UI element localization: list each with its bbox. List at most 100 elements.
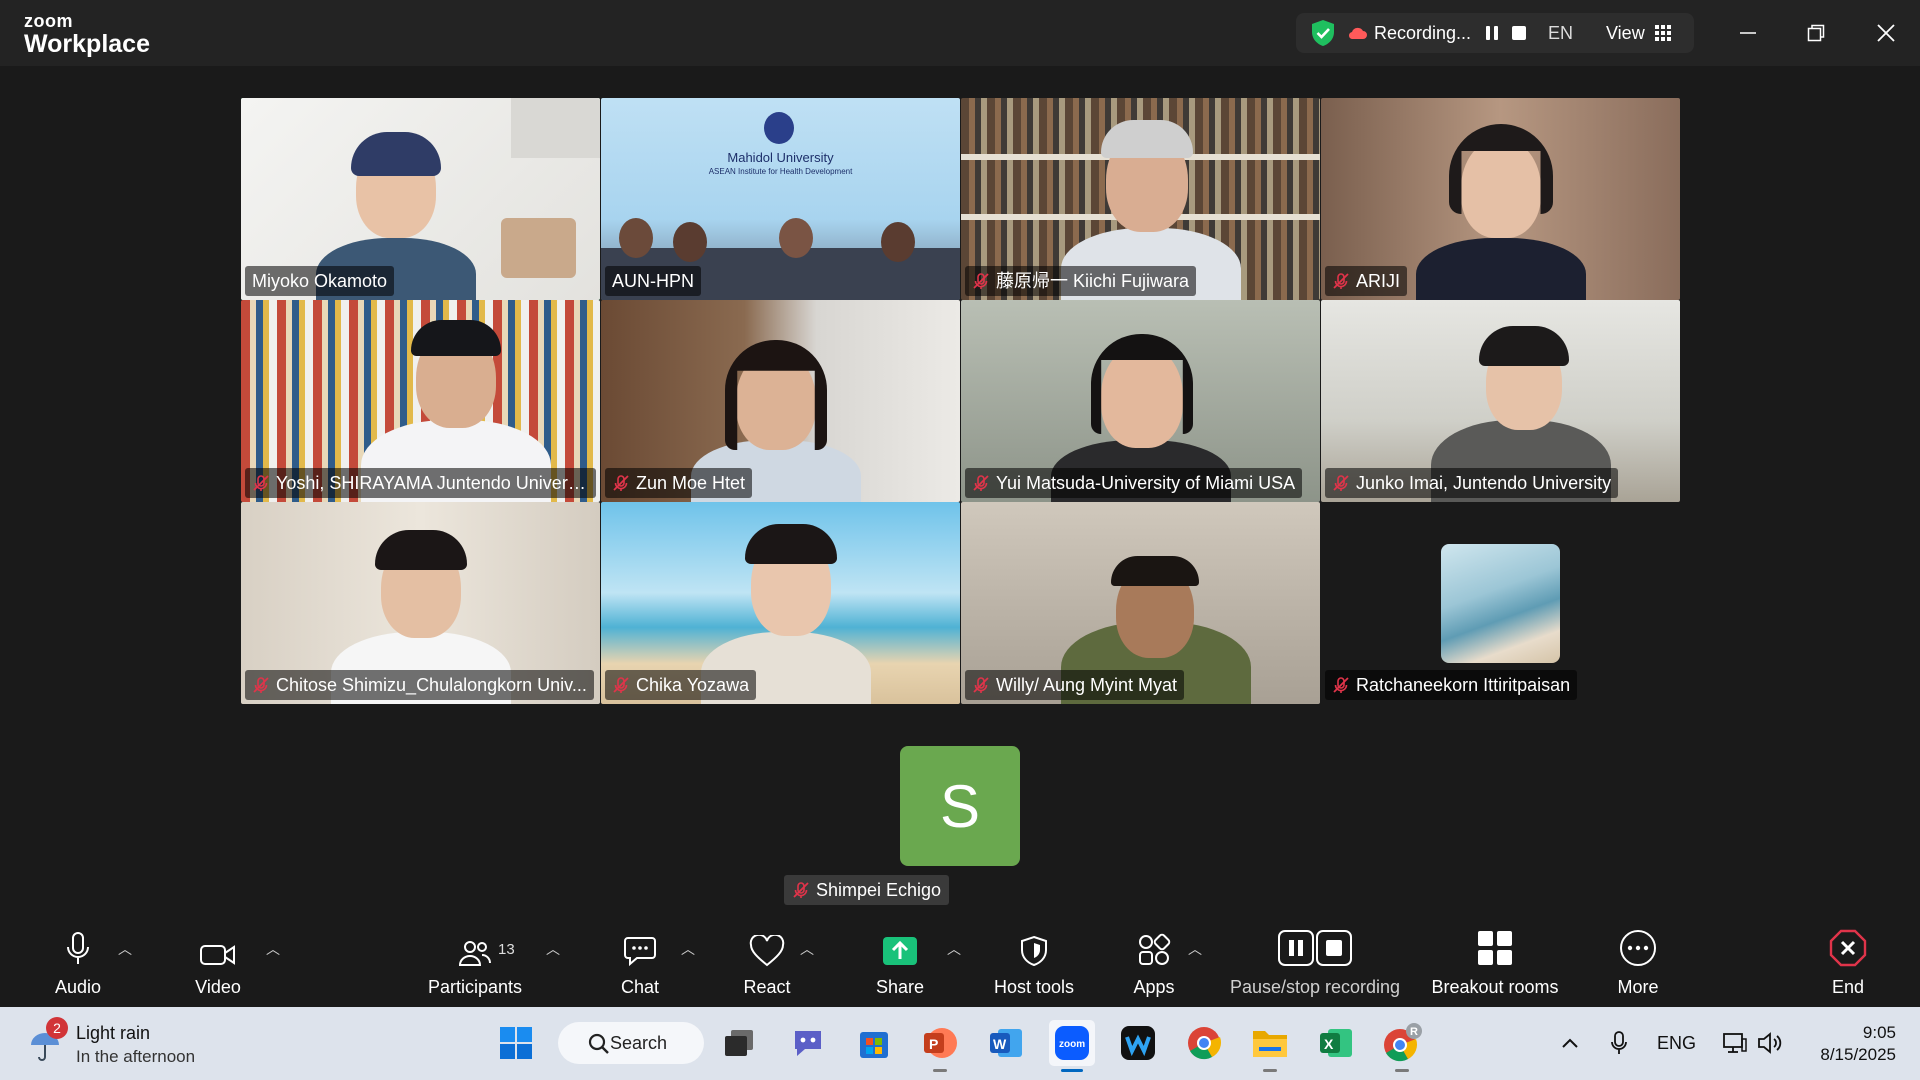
participant-name: ARIJI xyxy=(1356,271,1401,291)
chrome-profile-initial: R xyxy=(1410,1026,1418,1038)
svg-text:X: X xyxy=(1324,1036,1334,1052)
video-tile[interactable]: Ratchaneekorn Ittiritpaisan xyxy=(1321,502,1680,704)
show-hidden-icons-chevron-icon[interactable] xyxy=(1560,1025,1580,1061)
video-tile[interactable]: Mahidol University ASEAN Institute for H… xyxy=(601,98,960,300)
weather-notification-badge: 2 xyxy=(46,1017,68,1039)
video-tile[interactable]: Junko Imai, Juntendo University xyxy=(1321,300,1680,502)
mic-muted-icon xyxy=(793,882,809,898)
video-tile[interactable]: Willy/ Aung Myint Myat xyxy=(961,502,1320,704)
view-button[interactable]: View xyxy=(1606,13,1645,53)
mic-muted-icon xyxy=(1333,475,1349,491)
volume-icon[interactable] xyxy=(1757,1025,1785,1061)
chat-button[interactable]: Chat xyxy=(610,921,670,1007)
meeting-toolbar: Audio ︿ Video ︿ Participants 13 ︿ Chat ︿… xyxy=(0,921,1920,1007)
participant-name: Shimpei Echigo xyxy=(816,880,942,900)
participants-options-caret-icon[interactable]: ︿ xyxy=(546,939,560,959)
weather-widget[interactable]: 2 Light rain In the afternoon xyxy=(24,1017,224,1069)
video-options-caret-icon[interactable]: ︿ xyxy=(266,939,280,959)
word-icon[interactable]: W xyxy=(983,1020,1029,1066)
mic-muted-icon xyxy=(613,475,629,491)
participant-name-tag: Yoshi, SHIRAYAMA Juntendo Universi... xyxy=(245,468,596,498)
chrome-icon[interactable] xyxy=(1181,1020,1227,1066)
participant-name: 藤原帰一 Kiichi Fujiwara xyxy=(996,271,1190,291)
powerpoint-icon[interactable]: P xyxy=(917,1020,963,1072)
participant-name: Zun Moe Htet xyxy=(636,473,746,493)
video-tile[interactable]: Yoshi, SHIRAYAMA Juntendo Universi... xyxy=(241,300,600,502)
banner-title: Mahidol University xyxy=(727,150,834,165)
pause-stop-recording-icon xyxy=(1278,930,1352,966)
react-options-caret-icon[interactable]: ︿ xyxy=(800,939,814,959)
chat-app-icon[interactable] xyxy=(785,1020,831,1066)
apps-options-caret-icon[interactable]: ︿ xyxy=(1188,939,1202,959)
language-interpretation-button[interactable]: EN xyxy=(1548,13,1573,53)
minimize-icon[interactable] xyxy=(1728,13,1768,53)
share-options-caret-icon[interactable]: ︿ xyxy=(947,939,961,959)
video-tile[interactable]: 藤原帰一 Kiichi Fujiwara xyxy=(961,98,1320,300)
end-label: End xyxy=(1831,977,1865,997)
video-tile[interactable]: Chika Yozawa xyxy=(601,502,960,704)
svg-text:P: P xyxy=(929,1036,938,1052)
chat-label: Chat xyxy=(620,977,660,997)
video-tile[interactable]: Miyoko Okamoto xyxy=(241,98,600,300)
cloud-recording-icon xyxy=(1348,13,1368,53)
video-label: Video xyxy=(195,977,241,997)
host-tools-button[interactable]: Host tools xyxy=(984,921,1084,1007)
file-explorer-icon[interactable] xyxy=(1247,1020,1293,1072)
mic-muted-icon xyxy=(253,475,269,491)
react-button[interactable]: React xyxy=(734,921,800,1007)
video-tile[interactable]: Yui Matsuda-University of Miami USA xyxy=(961,300,1320,502)
participant-name-tag: Shimpei Echigo xyxy=(784,875,950,905)
microsoft-store-icon[interactable] xyxy=(851,1020,897,1066)
stop-recording-icon[interactable] xyxy=(1510,13,1528,53)
close-icon[interactable] xyxy=(1866,13,1906,53)
share-button[interactable]: Share xyxy=(866,921,934,1007)
security-shield-icon[interactable] xyxy=(1310,13,1336,53)
logo-line1: zoom xyxy=(24,11,73,31)
restore-icon[interactable] xyxy=(1796,13,1836,53)
breakout-rooms-button[interactable]: Breakout rooms xyxy=(1422,921,1568,1007)
more-button[interactable]: More xyxy=(1612,921,1664,1007)
video-tile[interactable]: ARIJI xyxy=(1321,98,1680,300)
participant-name-tag: AUN-HPN xyxy=(605,266,702,296)
participant-name: AUN-HPN xyxy=(612,271,695,291)
participant-avatar[interactable]: S xyxy=(900,746,1020,866)
grid-view-icon[interactable] xyxy=(1654,13,1672,53)
participant-name-tag: 藤原帰一 Kiichi Fujiwara xyxy=(965,266,1197,296)
system-clock[interactable]: 9:05 8/15/2025 xyxy=(1820,1022,1896,1066)
video-tile[interactable]: Zun Moe Htet xyxy=(601,300,960,502)
excel-icon[interactable]: X xyxy=(1313,1020,1359,1066)
clock-time: 9:05 xyxy=(1862,1023,1896,1042)
end-meeting-button[interactable]: End xyxy=(1826,921,1870,1007)
video-button[interactable]: Video xyxy=(180,921,256,1007)
chat-options-caret-icon[interactable]: ︿ xyxy=(681,939,695,959)
microphone-icon xyxy=(67,932,89,964)
webex-icon[interactable] xyxy=(1115,1020,1161,1066)
apps-button[interactable]: Apps xyxy=(1124,921,1184,1007)
share-label: Share xyxy=(875,977,925,997)
pause-stop-recording-button[interactable]: Pause/stop recording xyxy=(1224,921,1406,1007)
task-view-icon[interactable] xyxy=(716,1020,762,1066)
participant-name-tag: Willy/ Aung Myint Myat xyxy=(965,670,1185,700)
microphone-in-use-icon[interactable] xyxy=(1610,1025,1628,1061)
audio-button[interactable]: Audio xyxy=(42,921,114,1007)
apps-label: Apps xyxy=(1133,977,1175,997)
weather-subtitle: In the afternoon xyxy=(76,1047,196,1066)
zoom-app-icon[interactable]: zoom xyxy=(1049,1020,1095,1072)
participants-button[interactable]: Participants xyxy=(420,921,530,1007)
audio-options-caret-icon[interactable]: ︿ xyxy=(118,939,132,959)
zoom-icon-label: zoom xyxy=(1059,1039,1085,1050)
shield-icon xyxy=(1021,935,1047,967)
network-icon[interactable] xyxy=(1722,1025,1748,1061)
mic-muted-icon xyxy=(253,677,269,693)
input-language[interactable]: ENG xyxy=(1657,1025,1696,1061)
participant-name-tag: Chika Yozawa xyxy=(605,670,757,700)
pause-recording-icon[interactable] xyxy=(1484,13,1500,53)
windows-start-icon[interactable] xyxy=(493,1020,539,1066)
react-label: React xyxy=(743,977,791,997)
mic-muted-icon xyxy=(973,273,989,289)
chrome-profile-icon[interactable]: R xyxy=(1379,1020,1425,1072)
logo-line2: Workplace xyxy=(24,30,150,58)
participant-name: Yui Matsuda-University of Miami USA xyxy=(996,473,1296,493)
video-tile[interactable]: Chitose Shimizu_Chulalongkorn Univ... xyxy=(241,502,600,704)
taskbar-search[interactable]: Search xyxy=(558,1022,704,1064)
